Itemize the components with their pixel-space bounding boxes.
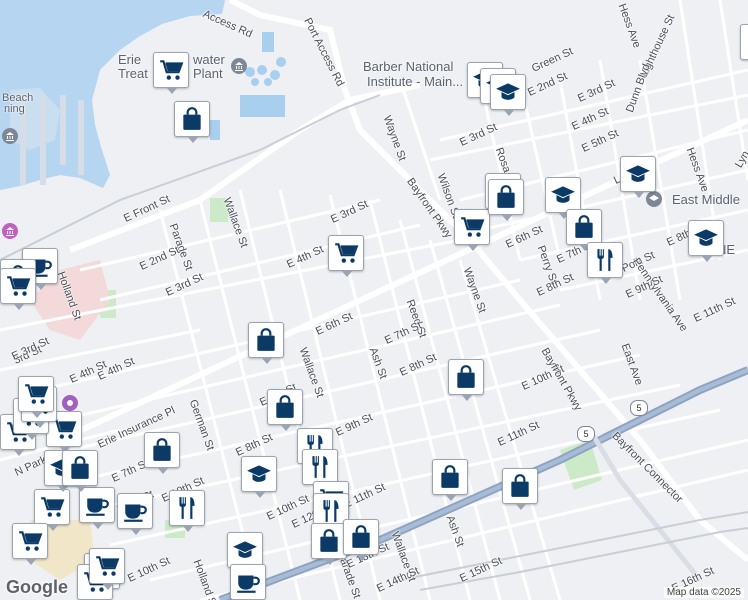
shopping-bag-icon[interactable] [267, 389, 303, 431]
shopping-cart-icon[interactable] [454, 209, 490, 251]
shopping-bag-icon[interactable] [62, 450, 98, 492]
water-plant-label-2: Treat [118, 66, 148, 81]
shopping-bag-icon[interactable] [502, 468, 538, 510]
shopping-bag-icon[interactable] [432, 459, 468, 501]
shopping-bag-icon[interactable] [488, 179, 524, 221]
graduation-cap-icon[interactable] [227, 532, 263, 574]
landmark-icon[interactable] [2, 128, 18, 144]
shopping-cart-icon[interactable] [12, 523, 48, 565]
graduation-cap-icon[interactable] [545, 177, 581, 219]
shopping-cart-icon[interactable] [34, 489, 70, 531]
shopping-bag-icon[interactable] [343, 519, 379, 561]
treatment-plant-ponds [210, 32, 286, 140]
water-plant-label-1b: water [193, 52, 225, 67]
restaurant-icon[interactable] [302, 449, 338, 491]
landmark-icon[interactable] [62, 395, 78, 411]
shopping-bag-icon[interactable] [144, 432, 180, 474]
east-middle-label: East Middle [672, 192, 740, 207]
shopping-cart-icon[interactable] [153, 52, 189, 94]
barber-label-1: Barber National [363, 59, 454, 74]
restaurant-icon[interactable] [587, 242, 623, 284]
shopping-bag-icon[interactable] [248, 322, 284, 364]
graduation-cap-icon[interactable] [490, 74, 526, 116]
water-plant-label-2b: Plant [193, 66, 223, 81]
route-shield: 5 [577, 426, 595, 442]
shopping-bag-icon[interactable] [740, 24, 748, 60]
graduation-cap-icon[interactable] [688, 220, 724, 262]
shopping-cart-icon[interactable] [18, 376, 54, 418]
water-plant-label-1: Erie [118, 52, 142, 67]
shopping-bag-icon[interactable] [566, 209, 602, 251]
shopping-cart-icon[interactable] [0, 268, 36, 310]
cafe-icon[interactable] [117, 493, 153, 535]
shopping-bag-icon[interactable] [448, 359, 484, 401]
school-landmark-icon[interactable] [646, 191, 662, 207]
barber-label-2: Institute - Main... [367, 74, 464, 89]
cafe-icon[interactable] [79, 487, 115, 529]
shopping-cart-icon[interactable] [89, 548, 125, 590]
google-logo: Google [6, 577, 68, 597]
cafe-icon[interactable] [230, 564, 266, 600]
shopping-bag-icon[interactable] [174, 101, 210, 143]
shopping-bag-icon[interactable] [311, 523, 347, 565]
map-attribution[interactable]: Map data ©2025 [663, 587, 744, 598]
map-canvas[interactable]: Erie water Treat Plant Barber National I… [0, 0, 748, 600]
beach-label-2: ning [4, 103, 25, 115]
landmark-icon[interactable] [2, 223, 18, 239]
route-shield: 5 [630, 400, 648, 416]
landmark-icon[interactable] [231, 58, 247, 74]
graduation-cap-icon[interactable] [241, 456, 277, 498]
graduation-cap-icon[interactable] [620, 156, 656, 198]
shopping-cart-icon[interactable] [328, 235, 364, 277]
restaurant-icon[interactable] [169, 490, 205, 532]
